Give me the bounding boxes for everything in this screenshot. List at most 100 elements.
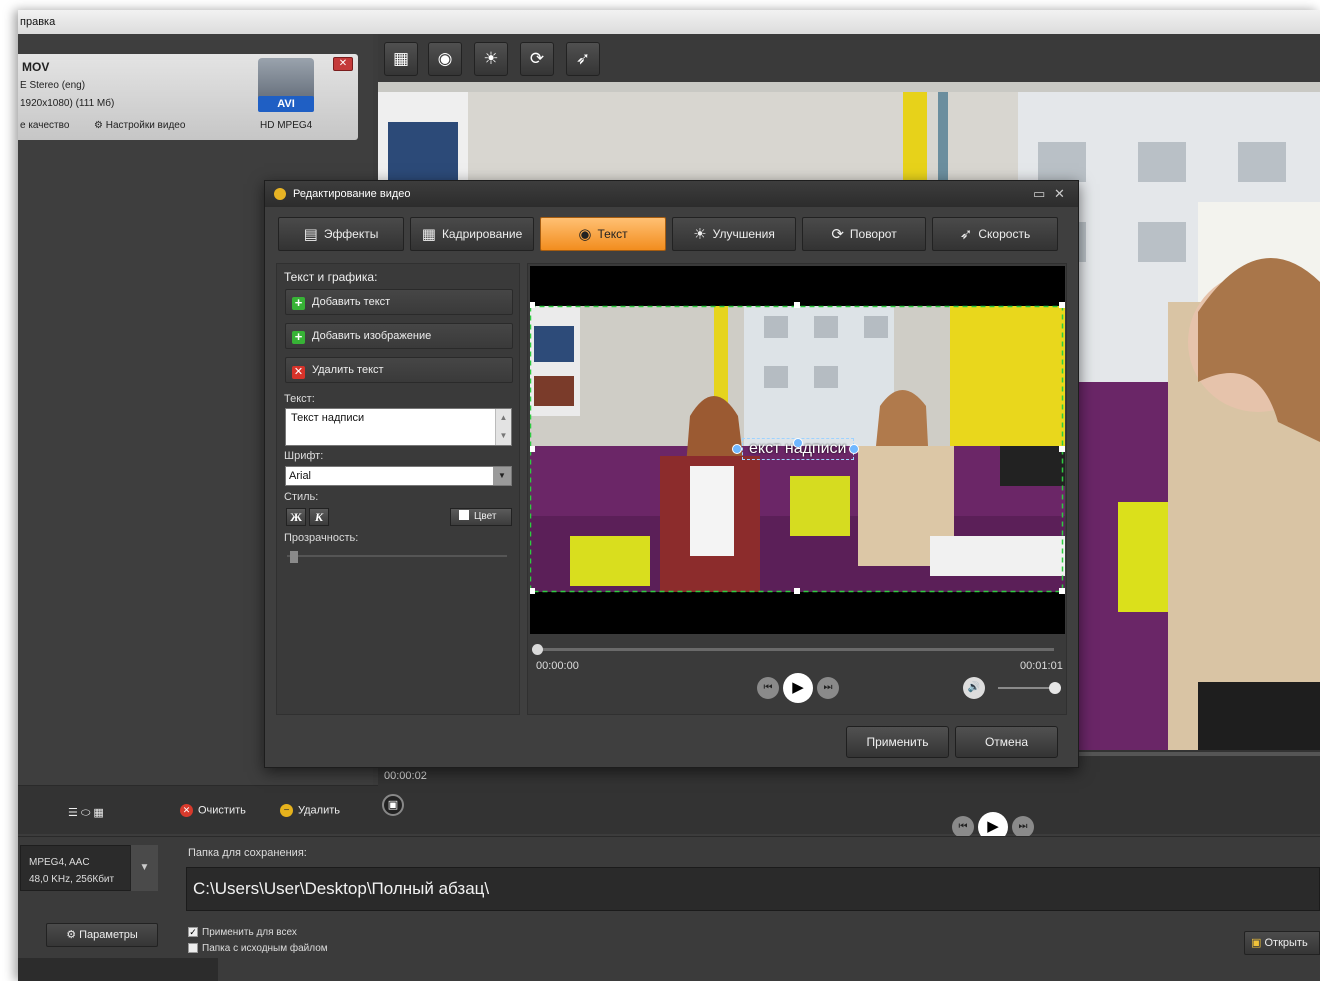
rotate-tool-button[interactable]: ⟳ <box>520 42 554 76</box>
overlay-handle-top[interactable] <box>793 438 803 448</box>
app-logo-icon <box>274 188 286 200</box>
file-card[interactable]: MOV E Stereo (eng) 1920x1080) (111 Мб) е… <box>18 54 358 140</box>
opacity-slider-track[interactable] <box>287 555 507 557</box>
tab-crop[interactable]: ▦ Кадрирование <box>410 217 534 251</box>
overlay-handle-right[interactable] <box>849 444 859 454</box>
volume-slider-handle[interactable] <box>1049 682 1061 694</box>
snapshot-button[interactable]: ▣ <box>382 794 404 816</box>
prev-frame-button[interactable]: ⏮ <box>952 816 974 838</box>
edit-video-dialog: Редактирование видео ▭ ✕ ▤ Эффекты ▦ Кадри… <box>264 180 1079 768</box>
view-toggle[interactable]: ☰ ⬭ ▦ <box>68 806 128 820</box>
dialog-titlebar[interactable]: Редактирование видео <box>265 181 1078 207</box>
skip-forward-icon: ⏭ <box>1018 821 1028 832</box>
chevron-down-icon: ▼ <box>498 471 506 480</box>
save-folder-label: Папка для сохранения: <box>188 847 307 859</box>
volume-slider-track[interactable] <box>998 687 1056 689</box>
tab-label: Поворот <box>849 227 897 241</box>
list-view-icon: ☰ <box>68 807 78 819</box>
skip-back-icon: ⏮ <box>763 682 773 693</box>
font-select[interactable]: Arial <box>285 466 512 486</box>
delete-icon: − <box>280 804 293 817</box>
play-icon: ▶ <box>792 679 804 696</box>
clear-icon: ✕ <box>180 804 193 817</box>
parameters-button[interactable]: ⚙ Параметры <box>46 923 158 947</box>
speed-tool-button[interactable]: ➶ <box>566 42 600 76</box>
parameters-label: Параметры <box>79 929 138 941</box>
add-image-label: Добавить изображение <box>312 330 432 342</box>
enhance-tool-button[interactable]: ☀ <box>474 42 508 76</box>
opacity-slider-handle[interactable] <box>290 551 298 563</box>
delete-icon: ✕ <box>292 366 305 379</box>
tab-effects[interactable]: ▤ Эффекты <box>278 217 404 251</box>
effects-icon: ▤ <box>303 226 318 243</box>
video-settings-link[interactable]: ⚙ Настройки видео <box>94 120 185 131</box>
main-current-time: 00:00:02 <box>384 770 427 782</box>
color-button[interactable]: Цвет <box>450 508 512 526</box>
close-icon[interactable]: ✕ <box>1054 186 1065 202</box>
text-tool-button[interactable]: ◉ <box>428 42 462 76</box>
tab-enhance[interactable]: ☀ Улучшения <box>672 217 796 251</box>
file-list-toolbar: ☰ ⬭ ▦ ✕ Очистить − Удалить <box>18 785 378 834</box>
dialog-seek-handle[interactable] <box>532 644 543 655</box>
dialog-seek-track[interactable] <box>536 648 1054 651</box>
crop-tool-button[interactable]: ▦ <box>384 42 418 76</box>
delete-text-button[interactable]: ✕ Удалить текст <box>285 357 513 383</box>
add-text-button[interactable]: + Добавить текст <box>285 289 513 315</box>
bold-button[interactable]: Ж <box>286 508 306 526</box>
tab-speed[interactable]: ➶ Скорость <box>932 217 1058 251</box>
tab-label: Скорость <box>978 227 1031 241</box>
file-quality[interactable]: е качество <box>20 120 69 131</box>
skip-forward-icon: ⏭ <box>823 682 833 693</box>
dialog-time-end: 00:01:01 <box>1020 660 1063 672</box>
tab-rotate[interactable]: ⟳ Поворот <box>802 217 926 251</box>
open-label: Открыть <box>1264 937 1308 949</box>
brightness-icon: ☀ <box>483 49 499 68</box>
format-dropdown-button[interactable]: ▼ <box>130 845 158 891</box>
dialog-prev-button[interactable]: ⏮ <box>757 677 779 699</box>
crop-icon: ▦ <box>421 226 436 243</box>
dialog-play-button[interactable]: ▶ <box>783 673 813 703</box>
format-badge: AVI <box>258 96 314 112</box>
text-input-scrollbar[interactable]: ▲ ▼ <box>495 409 511 445</box>
dialog-tabs: ▤ Эффекты ▦ Кадрирование ◉ Текст ☀ Улучшения… <box>278 217 1063 251</box>
clear-label: Очистить <box>198 804 246 817</box>
maximize-icon[interactable]: ▭ <box>1033 186 1045 202</box>
overlay-handle-left[interactable] <box>732 444 742 454</box>
open-folder-button[interactable]: ▣ Открыть <box>1244 931 1320 955</box>
apply-button[interactable]: Применить <box>846 726 949 758</box>
volume-button[interactable]: 🔊 <box>963 677 985 699</box>
skip-back-icon: ⏮ <box>958 821 968 832</box>
source-folder-checkbox[interactable]: Папка с исходным файлом <box>188 943 328 954</box>
opacity-label: Прозрачность: <box>284 532 359 544</box>
style-label: Стиль: <box>284 491 319 503</box>
save-path-field[interactable]: C:\Users\User\Desktop\Полный абзац\ <box>186 867 1320 911</box>
text-icon: ◉ <box>437 49 453 68</box>
font-dropdown-button[interactable]: ▼ <box>493 467 511 485</box>
toggle-switch-icon: ⬭ <box>80 807 91 819</box>
next-frame-button[interactable]: ⏭ <box>1012 816 1034 838</box>
text-input[interactable]: Текст надписи <box>285 408 512 446</box>
video-settings-label: Настройки видео <box>105 120 186 131</box>
grid-view-icon: ▦ <box>93 807 104 819</box>
remove-file-button[interactable]: ✕ <box>333 57 353 71</box>
apply-all-checkbox[interactable]: ✓ Применить для всех <box>188 927 297 938</box>
dialog-next-button[interactable]: ⏭ <box>817 677 839 699</box>
cancel-button[interactable]: Отмена <box>955 726 1058 758</box>
tab-text[interactable]: ◉ Текст <box>540 217 666 251</box>
plus-icon: + <box>292 296 305 310</box>
edit-toolbar: ▦ ◉ ☀ ⟳ ➶ <box>378 34 1320 82</box>
file-resolution: 1920x1080) (111 Мб) <box>20 98 115 109</box>
dialog-title: Редактирование видео <box>293 188 411 200</box>
chevron-down-icon: ▼ <box>139 862 150 873</box>
menu-item-help[interactable]: правка <box>20 16 55 28</box>
clear-button[interactable]: ✕ Очистить <box>180 804 246 817</box>
dialog-preview-panel: екст надписи 00:00:00 00:01:01 ⏮ ▶ ⏭ 🔊 <box>527 263 1067 715</box>
add-image-button[interactable]: + Добавить изображение <box>285 323 513 349</box>
italic-button[interactable]: К <box>309 508 329 526</box>
delete-button[interactable]: − Удалить <box>280 804 340 817</box>
checkbox-checked-icon: ✓ <box>188 927 198 938</box>
color-label: Цвет <box>474 511 497 522</box>
speed-icon: ➶ <box>575 49 591 68</box>
text-field-label: Текст: <box>284 393 315 405</box>
taskbar <box>18 958 218 981</box>
